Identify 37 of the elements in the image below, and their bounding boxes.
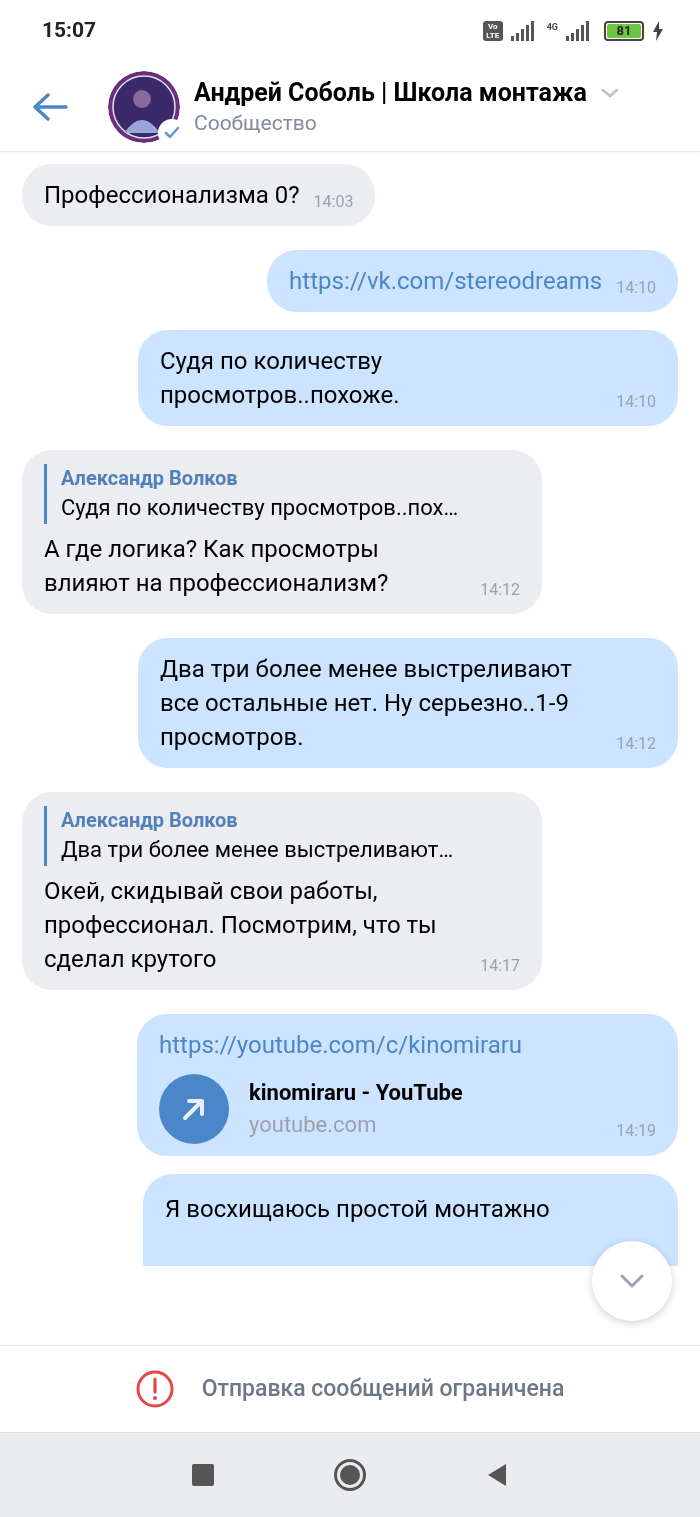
message-time: 14:17	[480, 958, 520, 976]
message-time: 14:03	[313, 194, 354, 212]
back-arrow-icon[interactable]	[32, 91, 68, 122]
link-title: kinomiraru - YouTube	[249, 1079, 464, 1107]
message-text: Профессионализма 0?	[44, 180, 300, 211]
reply-author: Александр Волков	[61, 807, 239, 834]
reply-quote: Два три более менее выстреливают…	[61, 836, 455, 864]
reply-author: Александр Волков	[61, 465, 239, 492]
message-text: Судя по количеству просмотров..похоже.	[160, 346, 401, 411]
chat-title[interactable]: Андрей Соболь | Школа монтажа	[194, 76, 587, 109]
status-time: 15:07	[42, 17, 97, 45]
message-time: 14:12	[616, 736, 656, 754]
message-text: Окей, скидывай свои работы, профессионал. Посмотрим, что ты сделал крутого	[44, 876, 438, 975]
warning-icon	[135, 1370, 174, 1408]
chat-subtitle: Сообщество	[194, 109, 318, 137]
link-domain: youtube.com	[249, 1111, 377, 1139]
message-time: 14:10	[616, 394, 656, 412]
restriction-notice: Отправка сообщений ограничена	[201, 1373, 565, 1404]
signal-icon	[510, 21, 537, 41]
message-text: Два три более менее выстреливают все остальные нет. Ну серьезно..1-9 просмотров.	[160, 654, 573, 753]
chevron-down-icon	[619, 1273, 645, 1289]
chevron-down-icon[interactable]	[600, 87, 619, 98]
back-button[interactable]	[486, 1463, 508, 1487]
signal-icon	[566, 21, 592, 41]
battery-indicator: 81	[604, 21, 644, 41]
reply-quote: Судя по количеству просмотров..пох…	[61, 494, 460, 522]
network-type: 4G	[546, 23, 558, 32]
message-time: 14:12	[480, 582, 520, 600]
message-time: 14:19	[616, 1123, 656, 1141]
message-link[interactable]: https://vk.com/stereodreams	[289, 264, 603, 298]
message-time: 14:10	[616, 280, 656, 298]
charging-icon	[652, 21, 664, 41]
message-text: А где логика? Как просмотры влияют на профессионализм?	[44, 534, 390, 599]
home-button[interactable]	[334, 1459, 366, 1491]
volte-badge: Vo LTE	[482, 21, 503, 41]
message-link[interactable]: https://youtube.com/c/kinomiraru	[159, 1028, 656, 1062]
message-text: Я восхищаюсь простой монтажно	[165, 1195, 550, 1223]
